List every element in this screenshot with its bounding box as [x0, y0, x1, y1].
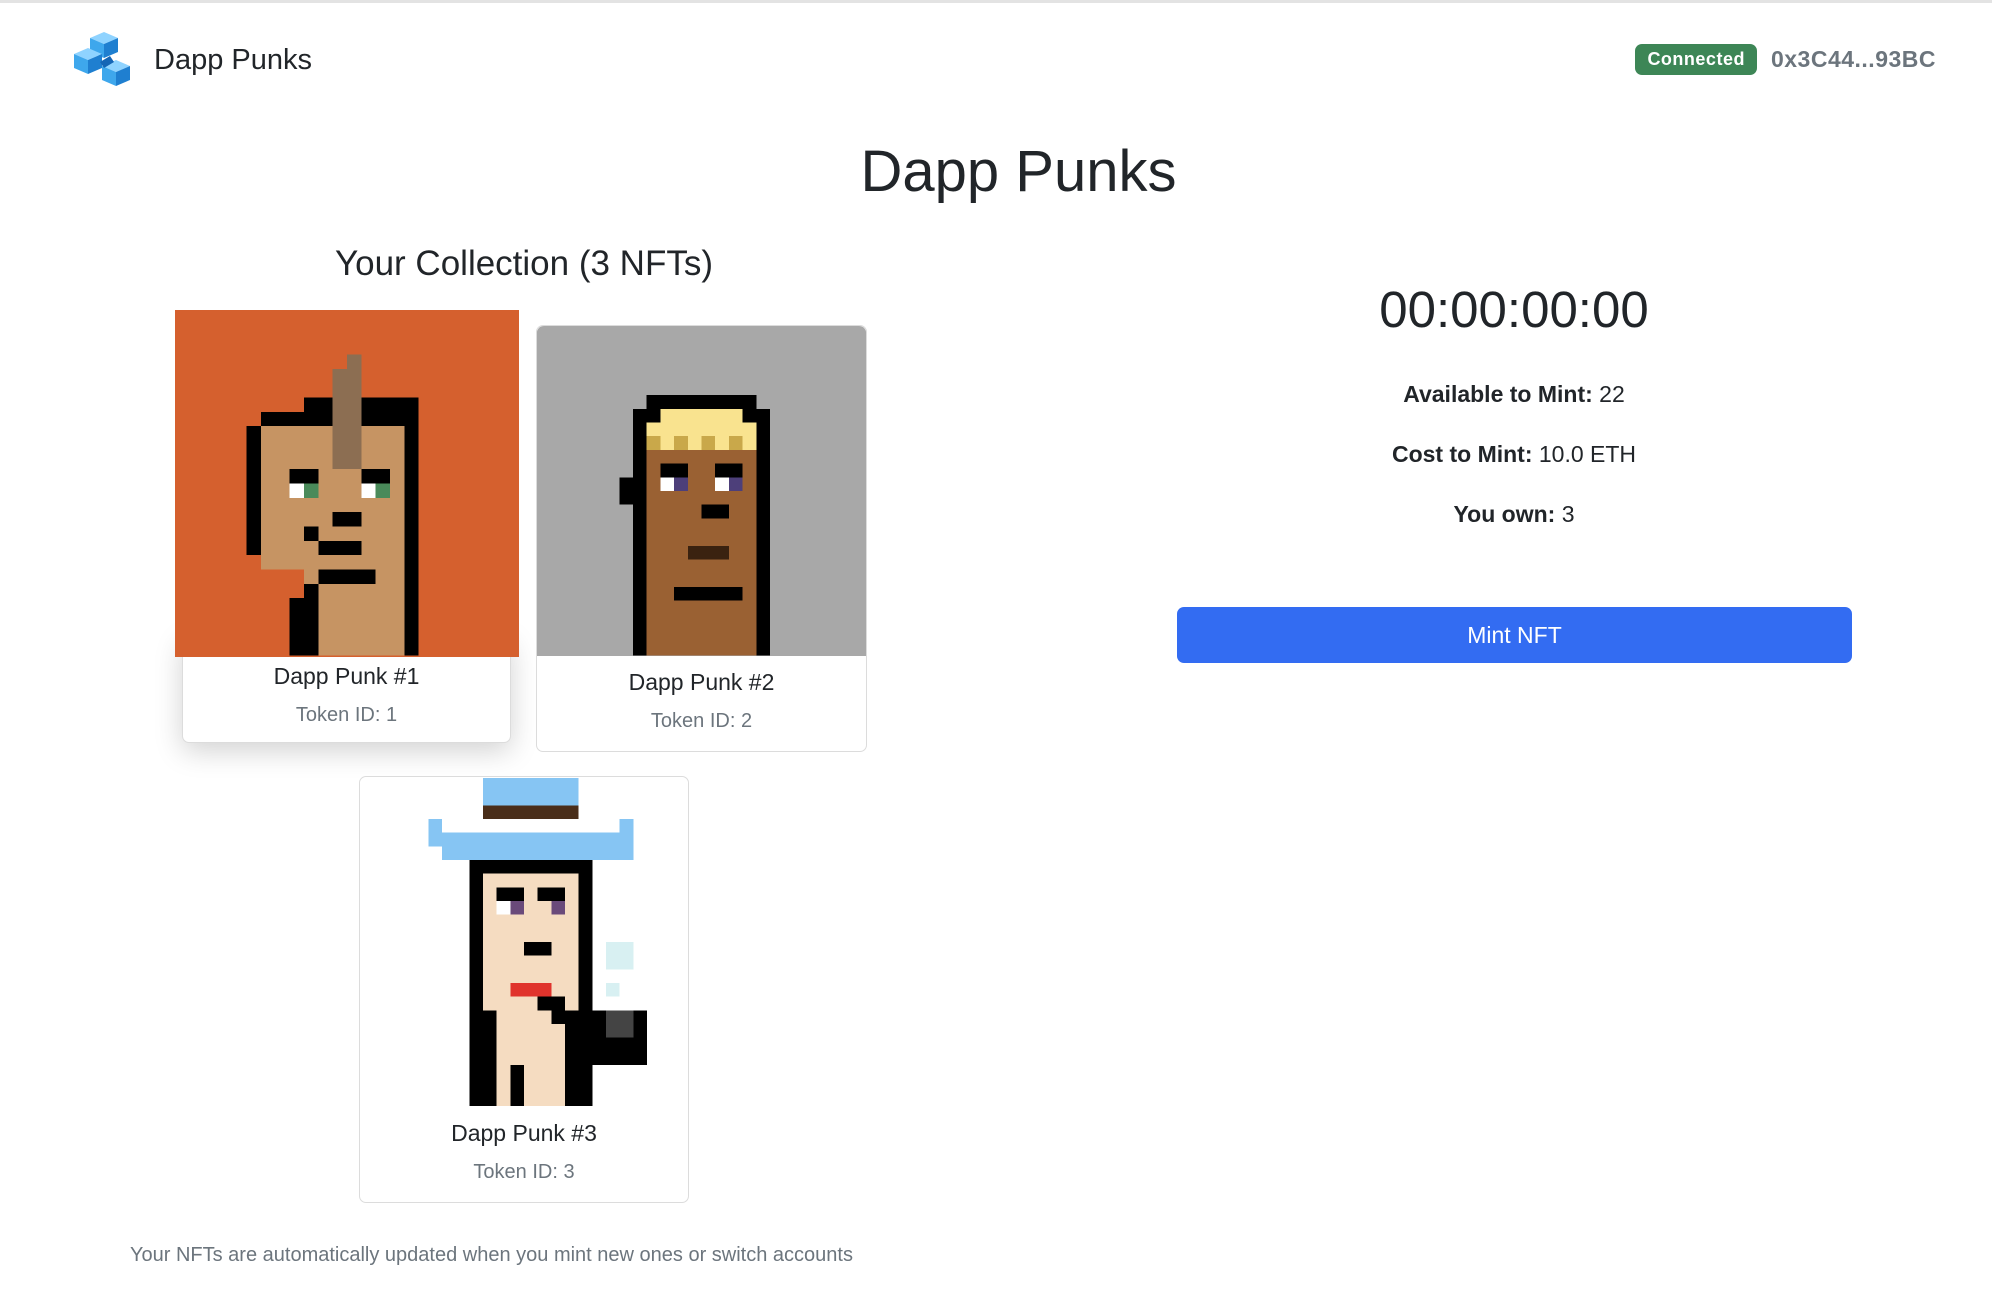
own-value: 3 — [1561, 501, 1575, 527]
nft-token-id: Token ID: 3 — [473, 1161, 575, 1183]
nft-image-2[interactable] — [537, 326, 866, 656]
cube-logo-icon — [70, 28, 134, 92]
nft-token-id: Token ID: 2 — [650, 710, 753, 732]
available-to-mint: Available to Mint: 22 — [1177, 381, 1851, 408]
own-label: You own: — [1453, 501, 1556, 527]
nft-token-id: Token ID: 1 — [295, 704, 398, 726]
mint-countdown: 00:00:00:00 — [1379, 281, 1649, 338]
page-title: Dapp Punks — [860, 139, 1177, 204]
available-value: 22 — [1599, 381, 1625, 407]
nft-name: Dapp Punk #3 — [451, 1120, 597, 1146]
brand-name: Dapp Punks — [154, 43, 312, 76]
navbar-brand[interactable]: Dapp Punks — [70, 28, 312, 92]
nft-image-3[interactable] — [360, 777, 688, 1107]
you-own: You own: 3 — [1177, 501, 1851, 528]
wallet-status: Connected 0x3C44...93BC — [1635, 44, 1936, 75]
nft-image-1[interactable] — [175, 310, 519, 657]
nft-name: Dapp Punk #2 — [628, 669, 775, 695]
collection-heading: Your Collection (3 NFTs) — [334, 244, 713, 283]
cost-label: Cost to Mint: — [1391, 441, 1533, 467]
nft-card-3[interactable]: Dapp Punk #3 Token ID: 3 — [359, 776, 689, 1203]
cost-to-mint: Cost to Mint: 10.0 ETH — [1177, 441, 1851, 468]
mint-nft-button[interactable]: Mint NFT — [1177, 607, 1852, 663]
nft-card-2[interactable]: Dapp Punk #2 Token ID: 2 — [536, 325, 867, 752]
connected-badge: Connected — [1635, 44, 1757, 75]
available-label: Available to Mint: — [1403, 381, 1593, 407]
top-border — [0, 0, 1992, 3]
collection-footer-note: Your NFTs are automatically updated when… — [130, 1244, 853, 1266]
nft-name: Dapp Punk #1 — [273, 663, 420, 689]
cost-value: 10.0 ETH — [1538, 441, 1637, 467]
account-address: 0x3C44...93BC — [1770, 46, 1936, 72]
